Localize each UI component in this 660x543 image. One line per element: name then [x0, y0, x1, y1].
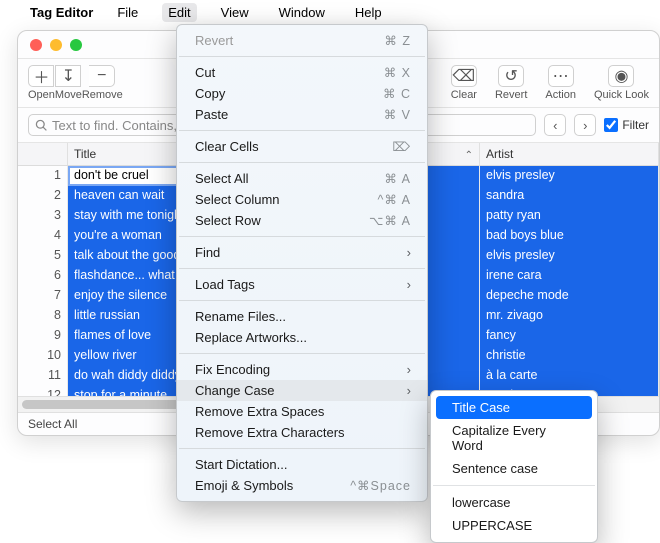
submenu-item[interactable]: Sentence case: [436, 457, 592, 480]
action-label: Action: [545, 89, 576, 101]
filter-toggle[interactable]: Filter: [604, 118, 649, 132]
menu-item[interactable]: Replace Artworks...: [177, 327, 427, 348]
search-placeholder: Text to find. Contains, ca: [52, 118, 194, 133]
cell-artist[interactable]: patty ryan: [480, 206, 659, 226]
action-button[interactable]: ⋯ Action: [545, 65, 576, 101]
row-number: 5: [18, 246, 68, 266]
cell-artist[interactable]: irene cara: [480, 266, 659, 286]
cell-artist[interactable]: sandra: [480, 186, 659, 206]
remove-button[interactable]: − Remove: [82, 65, 123, 101]
clear-label: Clear: [451, 89, 477, 101]
cell-artist[interactable]: mr. zivago: [480, 306, 659, 326]
menu-item[interactable]: Change Case›: [177, 380, 427, 401]
traffic-lights: [18, 39, 82, 51]
row-number: 1: [18, 166, 68, 186]
cell-artist[interactable]: elvis presley: [480, 166, 659, 186]
menu-item[interactable]: Copy⌘ C: [177, 83, 427, 104]
close-icon[interactable]: [30, 39, 42, 51]
quicklook-label: Quick Look: [594, 89, 649, 101]
remove-label: Remove: [82, 89, 123, 101]
move-label: Move: [55, 89, 82, 101]
row-number: 3: [18, 206, 68, 226]
cell-artist[interactable]: depeche mode: [480, 286, 659, 306]
chevron-right-icon: ›: [407, 277, 411, 292]
cell-artist[interactable]: fancy: [480, 326, 659, 346]
quicklook-button[interactable]: ◉ Quick Look: [594, 65, 649, 101]
minimize-icon[interactable]: [50, 39, 62, 51]
search-prev-button[interactable]: ‹: [544, 114, 566, 136]
move-button[interactable]: ↧ Move: [55, 65, 82, 101]
search-next-button[interactable]: ›: [574, 114, 596, 136]
eraser-icon: ⌫: [451, 65, 477, 87]
row-number: 7: [18, 286, 68, 306]
menu-item[interactable]: Load Tags›: [177, 274, 427, 295]
submenu-item[interactable]: Capitalize Every Word: [436, 419, 592, 457]
menu-item[interactable]: Rename Files...: [177, 306, 427, 327]
row-number: 2: [18, 186, 68, 206]
filter-label: Filter: [622, 118, 649, 132]
row-number: 11: [18, 366, 68, 386]
mac-menubar: Tag Editor File Edit View Window Help: [0, 0, 660, 24]
chevron-right-icon: ›: [407, 362, 411, 377]
undo-icon: ↺: [498, 65, 524, 87]
minus-icon: −: [89, 65, 115, 87]
more-icon: ⋯: [548, 65, 574, 87]
zoom-icon[interactable]: [70, 39, 82, 51]
row-number: 12: [18, 386, 68, 396]
edit-menu: Revert⌘ Z Cut⌘ XCopy⌘ CPaste⌘ V Clear Cell…: [176, 24, 428, 502]
change-case-submenu: Title CaseCapitalize Every WordSentence …: [430, 390, 598, 543]
menu-item[interactable]: Select Column^⌘ A: [177, 189, 427, 210]
menu-item[interactable]: Emoji & Symbols^⌘Space: [177, 475, 427, 496]
menu-item[interactable]: Select Row⌥⌘ A: [177, 210, 427, 231]
row-number: 6: [18, 266, 68, 286]
row-number: 9: [18, 326, 68, 346]
menu-item[interactable]: Cut⌘ X: [177, 62, 427, 83]
cell-artist[interactable]: bad boys blue: [480, 226, 659, 246]
submenu-item[interactable]: lowercase: [436, 491, 592, 514]
menu-item[interactable]: Remove Extra Characters: [177, 422, 427, 443]
col-artist[interactable]: Artist: [480, 143, 659, 165]
eye-icon: ◉: [608, 65, 634, 87]
menubar-file[interactable]: File: [111, 3, 144, 22]
app-name[interactable]: Tag Editor: [30, 5, 93, 20]
revert-label: Revert: [495, 89, 527, 101]
menu-item[interactable]: Clear Cells⌦: [177, 136, 427, 157]
cell-artist[interactable]: à la carte: [480, 366, 659, 386]
menubar-help[interactable]: Help: [349, 3, 388, 22]
menu-item[interactable]: Find›: [177, 242, 427, 263]
move-icon: ↧: [55, 65, 81, 87]
cell-artist[interactable]: christie: [480, 346, 659, 366]
menu-item[interactable]: Fix Encoding›: [177, 359, 427, 380]
col-rownum[interactable]: [18, 143, 68, 165]
clear-button[interactable]: ⌫ Clear: [451, 65, 477, 101]
filter-checkbox[interactable]: [604, 118, 618, 132]
open-button[interactable]: ＋ Open: [28, 65, 55, 101]
menubar-window[interactable]: Window: [273, 3, 331, 22]
cell-artist[interactable]: elvis presley: [480, 246, 659, 266]
menubar-edit[interactable]: Edit: [162, 3, 196, 22]
chevron-right-icon: ›: [407, 245, 411, 260]
menu-item[interactable]: Paste⌘ V: [177, 104, 427, 125]
row-number: 4: [18, 226, 68, 246]
row-number: 10: [18, 346, 68, 366]
search-icon: [35, 119, 48, 132]
row-number: 8: [18, 306, 68, 326]
menubar-view[interactable]: View: [215, 3, 255, 22]
sort-icon: ⌃: [465, 150, 473, 161]
open-label: Open: [28, 89, 55, 101]
plus-icon: ＋: [28, 65, 54, 87]
menu-item[interactable]: Start Dictation...: [177, 454, 427, 475]
submenu-item[interactable]: Title Case: [436, 396, 592, 419]
chevron-right-icon: ›: [407, 383, 411, 398]
menu-item: Revert⌘ Z: [177, 30, 427, 51]
submenu-item[interactable]: UPPERCASE: [436, 514, 592, 537]
menu-item[interactable]: Remove Extra Spaces: [177, 401, 427, 422]
revert-button[interactable]: ↺ Revert: [495, 65, 527, 101]
menu-item[interactable]: Select All⌘ A: [177, 168, 427, 189]
